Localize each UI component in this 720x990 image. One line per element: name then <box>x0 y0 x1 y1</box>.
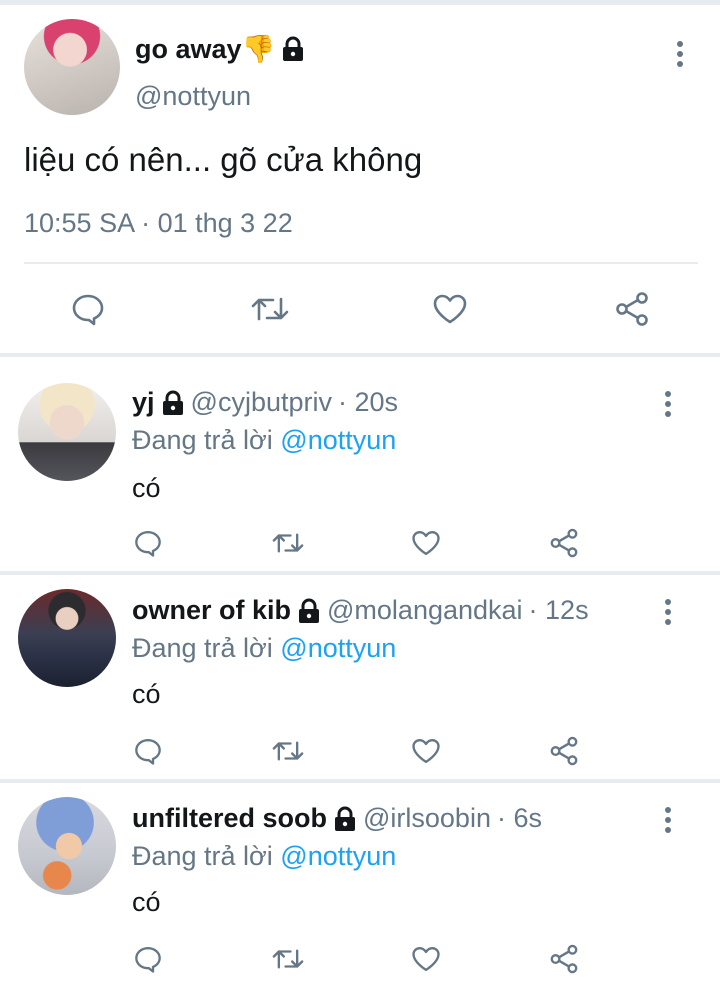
lock-icon <box>281 36 305 62</box>
lock-icon <box>333 806 357 832</box>
more-vertical-icon[interactable] <box>664 599 672 629</box>
display-name: go away <box>135 33 242 64</box>
display-name: owner of kib <box>132 595 292 625</box>
avatar[interactable] <box>18 797 116 895</box>
replying-to-label: Đang trả lời <box>132 633 273 663</box>
reply-tweet: yj @cyjbutpriv · 20s Đang trả lời @notty… <box>0 357 720 561</box>
display-name: unfiltered soob <box>132 803 327 833</box>
more-vertical-icon[interactable] <box>664 807 672 837</box>
share-button[interactable] <box>542 521 586 565</box>
retweet-button[interactable] <box>248 287 292 331</box>
heart-icon <box>412 739 440 763</box>
reply-text: có <box>132 473 161 503</box>
heart-icon <box>412 947 440 971</box>
retweet-icon <box>272 741 304 761</box>
avatar[interactable] <box>18 383 116 481</box>
reply-text: có <box>132 887 161 917</box>
reply-author[interactable]: yj @cyjbutpriv · 20s <box>132 387 398 418</box>
reply-button[interactable] <box>126 521 170 565</box>
reply-tweet: unfiltered soob @irlsoobin · 6s Đang trả… <box>0 783 720 987</box>
replying-to-label: Đang trả lời <box>132 425 273 455</box>
share-button[interactable] <box>542 729 586 773</box>
replying-to: Đang trả lời @nottyun <box>132 633 396 664</box>
mention-link[interactable]: @nottyun <box>280 633 396 663</box>
reply-tweet: owner of kib @molangandkai · 12s Đang tr… <box>0 575 720 779</box>
comment-icon <box>135 739 161 765</box>
avatar[interactable] <box>18 589 116 687</box>
replying-to: Đang trả lời @nottyun <box>132 425 396 456</box>
share-icon <box>616 292 648 326</box>
mention-link[interactable]: @nottyun <box>280 841 396 871</box>
lock-icon <box>161 390 185 416</box>
reply-author[interactable]: owner of kib @molangandkai · 12s <box>132 595 589 626</box>
handle: @molangandkai <box>327 595 523 625</box>
replying-to-label: Đang trả lời <box>132 841 273 871</box>
more-vertical-icon[interactable] <box>664 391 672 421</box>
reply-actions <box>0 521 720 565</box>
retweet-button[interactable] <box>266 521 310 565</box>
like-button[interactable] <box>428 287 472 331</box>
thumbs-down-emoji: 👎 <box>241 34 276 64</box>
tweet-timestamp[interactable]: 10:55 SA · 01 thg 3 22 <box>24 208 293 239</box>
like-button[interactable] <box>404 729 448 773</box>
like-button[interactable] <box>404 521 448 565</box>
heart-icon <box>412 531 440 555</box>
divider <box>24 262 698 264</box>
tweet-actions <box>0 287 720 331</box>
retweet-icon <box>272 533 304 553</box>
reply-button[interactable] <box>66 287 110 331</box>
reply-actions <box>0 937 720 981</box>
heart-icon <box>433 294 467 324</box>
like-button[interactable] <box>404 937 448 981</box>
comment-icon <box>135 531 161 557</box>
tweet-author[interactable]: go away 👎 <box>135 33 305 65</box>
mention-link[interactable]: @nottyun <box>280 425 396 455</box>
comment-icon <box>72 294 104 326</box>
avatar[interactable] <box>24 19 120 115</box>
retweet-icon <box>251 297 289 321</box>
reply-actions <box>0 729 720 773</box>
share-button[interactable] <box>610 287 654 331</box>
tweet-text: liệu có nên... gõ cửa không <box>24 141 423 178</box>
more-vertical-icon[interactable] <box>676 41 684 71</box>
timestamp: · 6s <box>496 803 542 833</box>
replying-to: Đang trả lời @nottyun <box>132 841 396 872</box>
retweet-button[interactable] <box>266 729 310 773</box>
share-button[interactable] <box>542 937 586 981</box>
display-name: yj <box>132 387 155 417</box>
timestamp: · 12s <box>528 595 589 625</box>
handle: @irlsoobin <box>363 803 491 833</box>
reply-text: có <box>132 679 161 709</box>
main-tweet: go away 👎 @nottyun liệu có nên... gõ cửa … <box>0 5 720 353</box>
tweet-handle[interactable]: @nottyun <box>135 81 251 112</box>
share-icon <box>550 944 578 974</box>
retweet-button[interactable] <box>266 937 310 981</box>
reply-author[interactable]: unfiltered soob @irlsoobin · 6s <box>132 803 542 834</box>
lock-icon <box>297 598 321 624</box>
reply-button[interactable] <box>126 937 170 981</box>
timestamp: · 20s <box>337 387 399 417</box>
share-icon <box>550 528 578 558</box>
reply-button[interactable] <box>126 729 170 773</box>
share-icon <box>550 736 578 766</box>
retweet-icon <box>272 949 304 969</box>
comment-icon <box>135 947 161 973</box>
handle: @cyjbutpriv <box>190 387 332 417</box>
